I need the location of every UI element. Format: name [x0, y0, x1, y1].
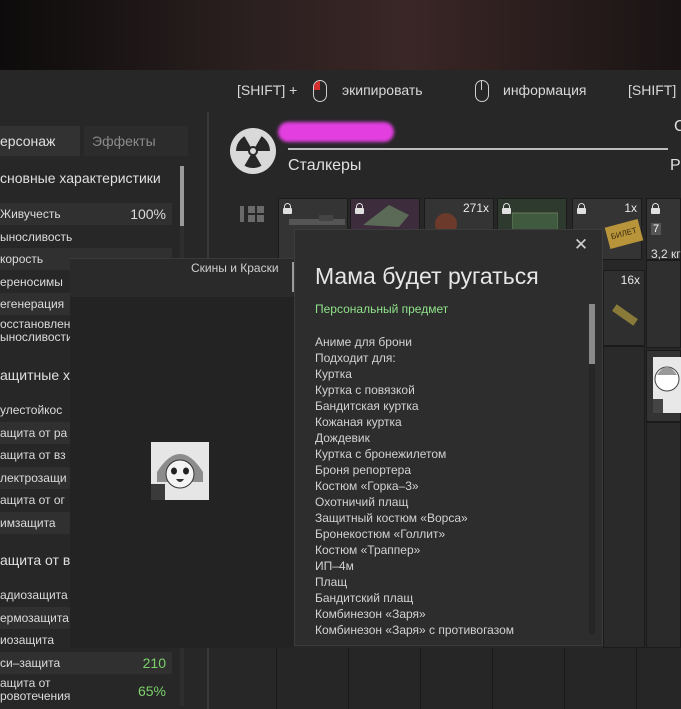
rifle-item-icon — [289, 215, 345, 225]
faction-label: Сталкеры — [288, 157, 362, 174]
anime-skin-thumbnail-icon — [653, 357, 681, 413]
lock-icon — [577, 203, 586, 214]
inventory-column — [603, 346, 645, 648]
description-line: Плащ — [315, 575, 348, 589]
stat-label: ермозащита — [0, 611, 69, 625]
inventory-slot[interactable] — [492, 648, 562, 709]
stat-label: имзащита — [0, 516, 56, 530]
stat-label: ащита от вз — [0, 448, 66, 462]
stat-label: улестойкос — [0, 403, 63, 417]
stat-value: 100% — [130, 206, 166, 222]
skins-panel-title: Скины и Краски — [191, 261, 279, 275]
hint-shift-right: [SHIFT] — [628, 82, 677, 98]
header-underline — [288, 148, 668, 150]
description-line: Куртка — [315, 367, 352, 381]
description-line: Кожаная куртка — [315, 415, 402, 429]
stat-label: ащита от ог — [0, 493, 65, 507]
description-line: ИП–4м — [315, 559, 354, 573]
close-icon[interactable]: ✕ — [572, 236, 590, 254]
stat-label: егенерация — [0, 297, 65, 311]
stat-row: си–защита 210 — [0, 652, 172, 674]
stat-value: 65% — [137, 683, 166, 699]
inventory-slot[interactable]: 16x — [603, 270, 645, 346]
description-line: Костюм «Траппер» — [315, 543, 421, 557]
stat-row: Живучесть 100% — [0, 203, 172, 225]
stat-row: ыносливость — [0, 226, 172, 248]
stat-label: адиозащита — [0, 588, 68, 602]
section-main-stats: сновные характеристики — [0, 170, 161, 186]
item-title: Мама будет ругаться — [315, 263, 539, 289]
stat-label: ащита от ра — [0, 426, 68, 440]
item-weight: 3,2 кг — [651, 247, 681, 261]
hint-info-label: информация — [503, 82, 587, 98]
stats-scrollbar-thumb[interactable] — [180, 166, 184, 226]
inventory-slot[interactable] — [636, 648, 681, 709]
description-line: Куртка с бронежилетом — [315, 447, 447, 461]
stat-label: корость — [0, 252, 44, 266]
inventory-slot[interactable] — [646, 260, 681, 348]
sort-icon[interactable] — [240, 204, 266, 224]
stat-label: ыносливость — [0, 230, 73, 244]
stat-label: осстановлен ыносливости — [0, 318, 73, 344]
description-line: Комбинезон «Заря» с противогазом — [315, 623, 515, 637]
mouse-left-click-icon — [313, 80, 327, 102]
hint-shift-modifier: [SHIFT] + — [237, 82, 298, 98]
description-line: Бандитский плащ — [315, 591, 414, 605]
tooltip-scrollbar-thumb[interactable] — [589, 304, 595, 364]
hint-equip-label: экипировать — [342, 82, 423, 98]
stat-row: ащита от ровотечения 65% — [0, 677, 172, 707]
redacted-name-scribble — [278, 122, 394, 142]
description-line: Подходит для: — [315, 351, 396, 365]
header-right-letter: Р — [670, 157, 681, 174]
inventory-slot[interactable] — [564, 648, 634, 709]
description-line: Комбинезон «Заря» — [315, 607, 426, 621]
description-line: Костюм «Горка–3» — [315, 479, 419, 493]
description-line: Куртка с повязкой — [315, 383, 415, 397]
stat-label: иозащита — [0, 633, 55, 647]
description-line: Аниме для брони — [315, 335, 412, 349]
description-line: Охотничий плащ — [315, 495, 409, 509]
inventory-slot[interactable] — [420, 648, 490, 709]
ammo-item-icon — [612, 304, 638, 326]
description-line: Бронекостюм «Голлит» — [315, 527, 446, 541]
lock-icon — [651, 203, 660, 214]
inventory-slot[interactable] — [276, 648, 346, 709]
stat-label: лектрозащи — [0, 471, 67, 485]
radiation-icon — [230, 128, 276, 174]
tab-character[interactable]: ерсонаж — [0, 126, 80, 156]
inventory-slot[interactable]: 7 3,2 кг — [646, 198, 681, 261]
inventory-slot-skin[interactable] — [646, 350, 681, 422]
header-right-letter-top: С — [674, 118, 681, 135]
lock-icon — [502, 203, 511, 214]
anime-skin-preview-icon[interactable] — [151, 442, 209, 500]
item-count: 16x — [620, 273, 640, 287]
ticket-item-icon: БИЛЕТ — [604, 218, 644, 250]
item-count: 271x — [462, 201, 489, 215]
mouse-icon — [475, 80, 489, 102]
stat-label: Живучесть — [0, 207, 61, 221]
item-description-list: Аниме для брони Подходит для: Куртка Кур… — [315, 334, 585, 638]
description-line: Защитный костюм «Ворса» — [315, 511, 468, 525]
stat-label: ереносимы — [0, 275, 63, 289]
item-count: 1x — [624, 201, 637, 215]
stat-value: 210 — [142, 655, 166, 671]
inventory-column — [646, 422, 681, 648]
description-line: Бандитская куртка — [315, 399, 419, 413]
inventory-slot[interactable] — [348, 648, 418, 709]
weapon-item-icon — [363, 205, 409, 227]
description-line: Дождевик — [315, 431, 370, 445]
item-badge: 7 — [651, 223, 662, 235]
top-background — [0, 0, 681, 70]
tab-effects[interactable]: Эффекты — [84, 126, 188, 156]
stat-label: ащита от ровотечения — [0, 677, 71, 703]
stat-label: си–защита — [0, 656, 61, 670]
description-line: Броня репортера — [315, 463, 411, 477]
item-subtitle: Персональный предмет — [315, 302, 449, 316]
